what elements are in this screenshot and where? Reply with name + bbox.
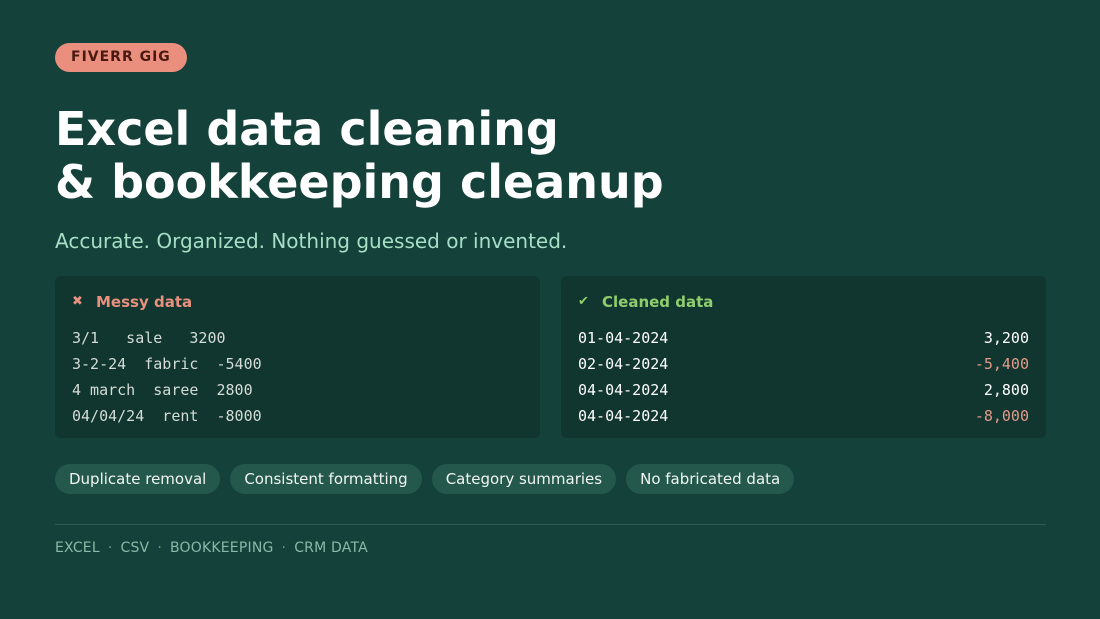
messy-data-heading: ✖ Messy data	[72, 292, 523, 312]
messy-row: 04/04/24 rent -8000	[72, 407, 262, 425]
title-line-1: Excel data cleaning	[55, 102, 559, 156]
subtitle: Accurate. Organized. Nothing guessed or …	[55, 229, 568, 253]
page-title: Excel data cleaning & bookkeeping cleanu…	[55, 103, 664, 209]
footer-divider	[55, 524, 1046, 525]
cleaned-date: 04-04-2024	[578, 381, 669, 399]
cleaned-amount: -5,400	[974, 355, 1029, 373]
footer-separator: ·	[281, 540, 287, 556]
cleaned-amount: 2,800	[983, 381, 1029, 399]
messy-row: 3/1 sale 3200	[72, 329, 226, 347]
feature-tag: No fabricated data	[626, 464, 795, 494]
footer-separator: ·	[157, 540, 162, 556]
cross-icon: ✖	[72, 294, 83, 309]
footer-item: BOOKKEEPING	[170, 540, 274, 556]
feature-tag: Duplicate removal	[55, 464, 221, 494]
cleaned-row: 04-04-2024 -8,000	[578, 403, 1029, 429]
cleaned-row: 02-04-2024 -5,400	[578, 351, 1029, 377]
feature-tag: Category summaries	[431, 464, 617, 494]
cleaned-data-heading: ✔ Cleaned data	[578, 292, 1029, 312]
cleaned-row: 01-04-2024 3,200	[578, 325, 1029, 351]
footer-keywords: EXCEL · CSV · BOOKKEEPING · CRM DATA	[55, 539, 368, 557]
gig-badge: FIVERR GIG	[55, 43, 187, 72]
messy-data-label: Messy data	[96, 293, 193, 311]
cleaned-data-label: Cleaned data	[602, 293, 714, 311]
messy-data-rows: 3/1 sale 3200 3-2-24 fabric -5400 4 marc…	[72, 325, 523, 429]
cleaned-date: 02-04-2024	[578, 355, 669, 373]
check-icon: ✔	[578, 294, 589, 309]
footer-separator: ·	[107, 540, 113, 556]
cleaned-data-card: ✔ Cleaned data 01-04-2024 3,200 02-04-20…	[561, 276, 1046, 438]
footer-item: EXCEL	[55, 540, 100, 556]
cleaned-date: 01-04-2024	[578, 329, 669, 347]
footer-item: CRM DATA	[294, 540, 368, 556]
cleaned-row: 04-04-2024 2,800	[578, 377, 1029, 403]
messy-row: 3-2-24 fabric -5400	[72, 355, 262, 373]
title-line-2: & bookkeeping cleanup	[55, 155, 664, 209]
footer-item: CSV	[120, 540, 150, 556]
feature-tag: Consistent formatting	[230, 464, 422, 494]
messy-row: 4 march saree 2800	[72, 381, 253, 399]
cleaned-date: 04-04-2024	[578, 407, 669, 425]
cleaned-data-rows: 01-04-2024 3,200 02-04-2024 -5,400 04-04…	[578, 325, 1029, 429]
cleaned-amount: 3,200	[983, 329, 1029, 347]
cleaned-amount: -8,000	[974, 407, 1029, 425]
messy-data-card: ✖ Messy data 3/1 sale 3200 3-2-24 fabric…	[55, 276, 540, 438]
feature-tags: Duplicate removal Consistent formatting …	[55, 464, 795, 494]
